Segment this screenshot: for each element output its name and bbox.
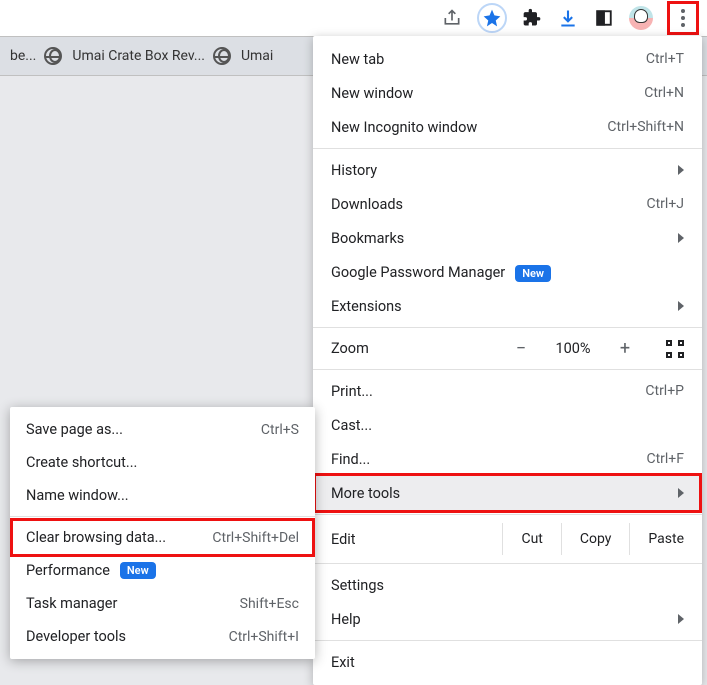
chevron-right-icon (678, 165, 684, 175)
menu-password-manager[interactable]: Google Password ManagerNew (313, 255, 702, 289)
menu-settings[interactable]: Settings (313, 568, 702, 602)
menu-print[interactable]: Print...Ctrl+P (313, 374, 702, 408)
more-tools-highlight: More tools (313, 473, 702, 513)
main-menu-button-highlight (667, 1, 699, 35)
submenu-clear-browsing-data[interactable]: Clear browsing data...Ctrl+Shift+Del (13, 521, 312, 554)
menu-bookmarks[interactable]: Bookmarks (313, 221, 702, 255)
sidepanel-icon[interactable] (593, 7, 615, 29)
menu-separator (313, 514, 702, 515)
edit-copy-button[interactable]: Copy (561, 523, 630, 555)
bookmark-item[interactable]: Umai Crate Box Rev... (44, 47, 205, 65)
submenu-task-manager[interactable]: Task managerShift+Esc (10, 587, 315, 620)
profile-avatar-icon[interactable] (629, 6, 653, 30)
menu-zoom-row: Zoom − 100% + (313, 332, 702, 365)
menu-separator (313, 148, 702, 149)
edit-cut-button[interactable]: Cut (502, 523, 560, 555)
clear-browsing-data-highlight: Clear browsing data...Ctrl+Shift+Del (10, 518, 315, 557)
extensions-puzzle-icon[interactable] (521, 7, 543, 29)
bookmark-item[interactable]: Umai (213, 47, 273, 65)
menu-separator (10, 516, 315, 517)
menu-extensions[interactable]: Extensions (313, 289, 702, 323)
menu-separator (313, 563, 702, 564)
menu-exit[interactable]: Exit (313, 645, 702, 679)
globe-icon (213, 47, 231, 65)
menu-separator (313, 640, 702, 641)
chrome-main-menu: New tabCtrl+T New windowCtrl+N New Incog… (313, 36, 702, 685)
chevron-right-icon (678, 488, 684, 498)
menu-separator (313, 369, 702, 370)
menu-edit-row: Edit Cut Copy Paste (313, 519, 702, 559)
menu-new-incognito[interactable]: New Incognito windowCtrl+Shift+N (313, 110, 702, 144)
bookmark-item[interactable]: be... (10, 48, 36, 64)
zoom-out-button[interactable]: − (506, 338, 536, 359)
bookmark-star-button[interactable] (477, 3, 507, 33)
more-tools-submenu: Save page as...Ctrl+S Create shortcut...… (10, 407, 315, 659)
zoom-label: Zoom (331, 340, 494, 357)
zoom-in-button[interactable]: + (610, 338, 640, 359)
menu-downloads[interactable]: DownloadsCtrl+J (313, 187, 702, 221)
share-icon[interactable] (441, 7, 463, 29)
edit-label: Edit (331, 531, 502, 548)
submenu-performance[interactable]: PerformanceNew (10, 554, 315, 587)
menu-separator (313, 327, 702, 328)
edit-paste-button[interactable]: Paste (629, 523, 702, 555)
downloads-icon[interactable] (557, 7, 579, 29)
new-badge: New (120, 562, 156, 579)
submenu-name-window[interactable]: Name window... (10, 479, 315, 512)
globe-icon (44, 47, 62, 65)
menu-new-tab[interactable]: New tabCtrl+T (313, 42, 702, 76)
menu-new-window[interactable]: New windowCtrl+N (313, 76, 702, 110)
fullscreen-icon[interactable] (666, 340, 684, 358)
menu-more-tools[interactable]: More tools (316, 476, 699, 510)
kebab-menu-icon[interactable] (672, 7, 694, 29)
browser-toolbar (0, 0, 707, 36)
submenu-developer-tools[interactable]: Developer toolsCtrl+Shift+I (10, 620, 315, 653)
menu-find[interactable]: Find...Ctrl+F (313, 442, 702, 476)
chevron-right-icon (678, 614, 684, 624)
zoom-value: 100% (548, 340, 598, 357)
new-badge: New (515, 265, 551, 282)
menu-help[interactable]: Help (313, 602, 702, 636)
menu-cast[interactable]: Cast... (313, 408, 702, 442)
chevron-right-icon (678, 301, 684, 311)
submenu-create-shortcut[interactable]: Create shortcut... (10, 446, 315, 479)
menu-history[interactable]: History (313, 153, 702, 187)
submenu-save-page[interactable]: Save page as...Ctrl+S (10, 413, 315, 446)
chevron-right-icon (678, 233, 684, 243)
